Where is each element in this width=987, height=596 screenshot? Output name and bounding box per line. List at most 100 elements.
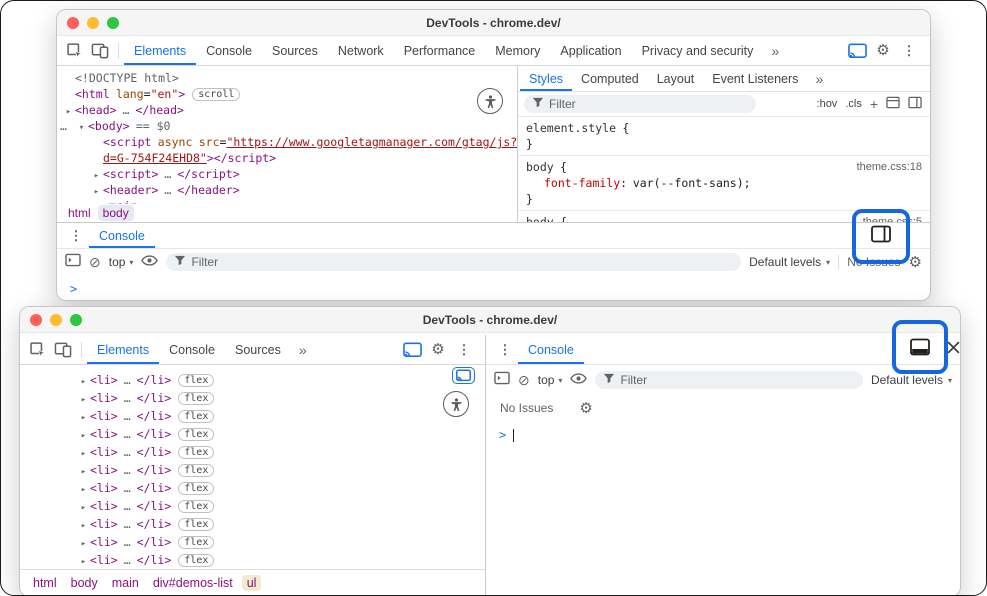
flex-badge[interactable]: flex (178, 554, 214, 567)
tree-node-head[interactable]: ▸<head>…</head> (57, 102, 517, 118)
more-actions-icon[interactable]: … (60, 118, 67, 134)
tree-node-li[interactable]: ▸<li>…</li>flex (20, 461, 485, 479)
flex-badge[interactable]: flex (178, 392, 214, 405)
tree-node-script-gtag-wrap[interactable]: d=G-754F24EHD8"></script> (57, 150, 517, 166)
tree-node-li[interactable]: ▸<li>…</li>flex (20, 479, 485, 497)
tree-node-header[interactable]: ▸<header>…</header> (57, 182, 517, 198)
tab-layout[interactable]: Layout (648, 66, 704, 91)
console-settings-icon[interactable]: ⚙ (909, 255, 922, 270)
zoom-window-button[interactable] (70, 314, 82, 326)
live-expression-icon[interactable] (141, 253, 158, 271)
close-drawer-icon[interactable] (946, 340, 960, 354)
flex-badge[interactable]: flex (178, 536, 214, 549)
console-prompt[interactable]: > (486, 421, 960, 442)
console-filter-input[interactable] (620, 373, 855, 387)
styles-pane-layout-icon[interactable] (908, 96, 922, 112)
device-toolbar-icon[interactable] (87, 36, 113, 65)
tree-node-li[interactable]: ▸<li>…</li>flex (20, 551, 485, 569)
new-style-rule-icon[interactable]: + (870, 96, 878, 112)
more-tabs-icon[interactable]: » (291, 335, 315, 364)
tree-node-li[interactable]: ▸<li>…</li>flex (20, 371, 485, 389)
flex-badge[interactable]: flex (178, 428, 214, 441)
element-classes-button[interactable]: .cls (845, 98, 862, 110)
breadcrumb-ul[interactable]: ul (242, 575, 262, 591)
source-link[interactable]: theme.css:18 (857, 159, 922, 175)
cast-icon[interactable] (844, 43, 870, 59)
issues-counter[interactable]: No Issues (500, 401, 553, 415)
kebab-menu-icon[interactable]: ⋮ (492, 335, 518, 364)
console-settings-icon[interactable]: ⚙ (579, 401, 592, 416)
tab-sources[interactable]: Sources (225, 335, 291, 364)
tab-performance[interactable]: Performance (394, 36, 486, 65)
zoom-window-button[interactable] (107, 17, 119, 29)
console-context-selector[interactable]: top▾ (109, 255, 134, 269)
styles-filter-input[interactable] (549, 97, 748, 111)
tab-elements[interactable]: Elements (124, 36, 196, 65)
breadcrumb-main[interactable]: main (107, 575, 144, 591)
tab-computed[interactable]: Computed (572, 66, 648, 91)
settings-gear-icon[interactable]: ⚙ (870, 43, 896, 58)
accessibility-icon[interactable] (443, 391, 469, 417)
breadcrumb-html[interactable]: html (28, 575, 62, 591)
console-sidebar-icon[interactable] (65, 253, 81, 272)
kebab-menu-icon[interactable]: ⋮ (896, 44, 922, 57)
more-tabs-icon[interactable]: » (807, 66, 831, 91)
accessibility-icon[interactable] (477, 88, 503, 114)
flex-badge[interactable]: flex (178, 374, 214, 387)
tree-node-script-gtag[interactable]: <scriptasyncsrc="https://www.googletagma… (57, 134, 517, 150)
tree-node-li[interactable]: ▸<li>…</li>flex (20, 407, 485, 425)
tree-node-li[interactable]: ▸<li>…</li>flex (20, 533, 485, 551)
console-prompt[interactable]: > (57, 275, 930, 296)
minimize-window-button[interactable] (50, 314, 62, 326)
drawer-tab-console[interactable]: Console (89, 223, 155, 248)
inspect-icon[interactable] (61, 36, 87, 65)
flex-badge[interactable]: flex (178, 464, 214, 477)
kebab-menu-icon[interactable]: ⋮ (63, 223, 89, 248)
flex-badge[interactable]: flex (178, 410, 214, 423)
issues-counter[interactable]: No Issues (847, 255, 900, 269)
toggle-element-state-button[interactable]: :hov (817, 98, 838, 110)
device-toolbar-icon[interactable] (50, 335, 76, 364)
tab-console[interactable]: Console (159, 335, 225, 364)
tab-sources[interactable]: Sources (262, 36, 328, 65)
clear-console-icon[interactable]: ⊘ (89, 255, 101, 269)
tree-node-body[interactable]: …▾<body>== $0 (57, 118, 517, 134)
tree-node-li[interactable]: ▸<li>…</li>flex (20, 425, 485, 443)
css-property-row[interactable]: font-family:var(--font-sans); (518, 175, 930, 191)
breadcrumb-html[interactable]: html (63, 205, 96, 221)
dock-drawer-bottom-button[interactable] (909, 337, 931, 357)
expand-arrow-icon[interactable]: ▸ (77, 553, 90, 569)
gtag-url-link[interactable]: d=G-754F24EHD8" (103, 151, 207, 165)
cast-icon[interactable] (399, 342, 425, 358)
tab-event-listeners[interactable]: Event Listeners (703, 66, 807, 91)
flex-badge[interactable]: flex (178, 446, 214, 459)
tab-memory[interactable]: Memory (485, 36, 550, 65)
flex-badge[interactable]: flex (178, 482, 214, 495)
computed-sidebar-icon[interactable] (886, 96, 900, 112)
close-window-button[interactable] (30, 314, 42, 326)
console-filter-input[interactable] (191, 255, 733, 269)
log-levels-selector[interactable]: Default levels▾ (871, 373, 952, 387)
settings-gear-icon[interactable]: ⚙ (425, 342, 451, 357)
close-window-button[interactable] (67, 17, 79, 29)
tree-node-html[interactable]: <htmllang="en">scroll (57, 86, 517, 102)
panel-tab-console[interactable]: Console (518, 335, 584, 364)
inspect-icon[interactable] (24, 335, 50, 364)
dock-drawer-right-button[interactable] (870, 224, 892, 244)
more-tabs-icon[interactable]: » (763, 36, 787, 65)
console-sidebar-icon[interactable] (494, 371, 510, 390)
tree-node-li[interactable]: ▸<li>…</li>flex (20, 515, 485, 533)
tab-console[interactable]: Console (196, 36, 262, 65)
minimize-window-button[interactable] (87, 17, 99, 29)
gtag-url-link[interactable]: "https://www.googletagmanager.com/gtag/j… (226, 135, 517, 149)
tab-application[interactable]: Application (550, 36, 631, 65)
tab-styles[interactable]: Styles (520, 66, 572, 91)
clear-console-icon[interactable]: ⊘ (518, 373, 530, 387)
scroll-badge[interactable]: scroll (192, 88, 240, 101)
tab-elements[interactable]: Elements (87, 335, 159, 364)
tree-node-doctype[interactable]: <!DOCTYPE html> (57, 70, 517, 86)
tree-node-li[interactable]: ▸<li>…</li>flex (20, 443, 485, 461)
breadcrumb-body[interactable]: body (98, 205, 134, 221)
flex-badge[interactable]: flex (178, 500, 214, 513)
tree-node-li[interactable]: ▸<li>…</li>flex (20, 497, 485, 515)
